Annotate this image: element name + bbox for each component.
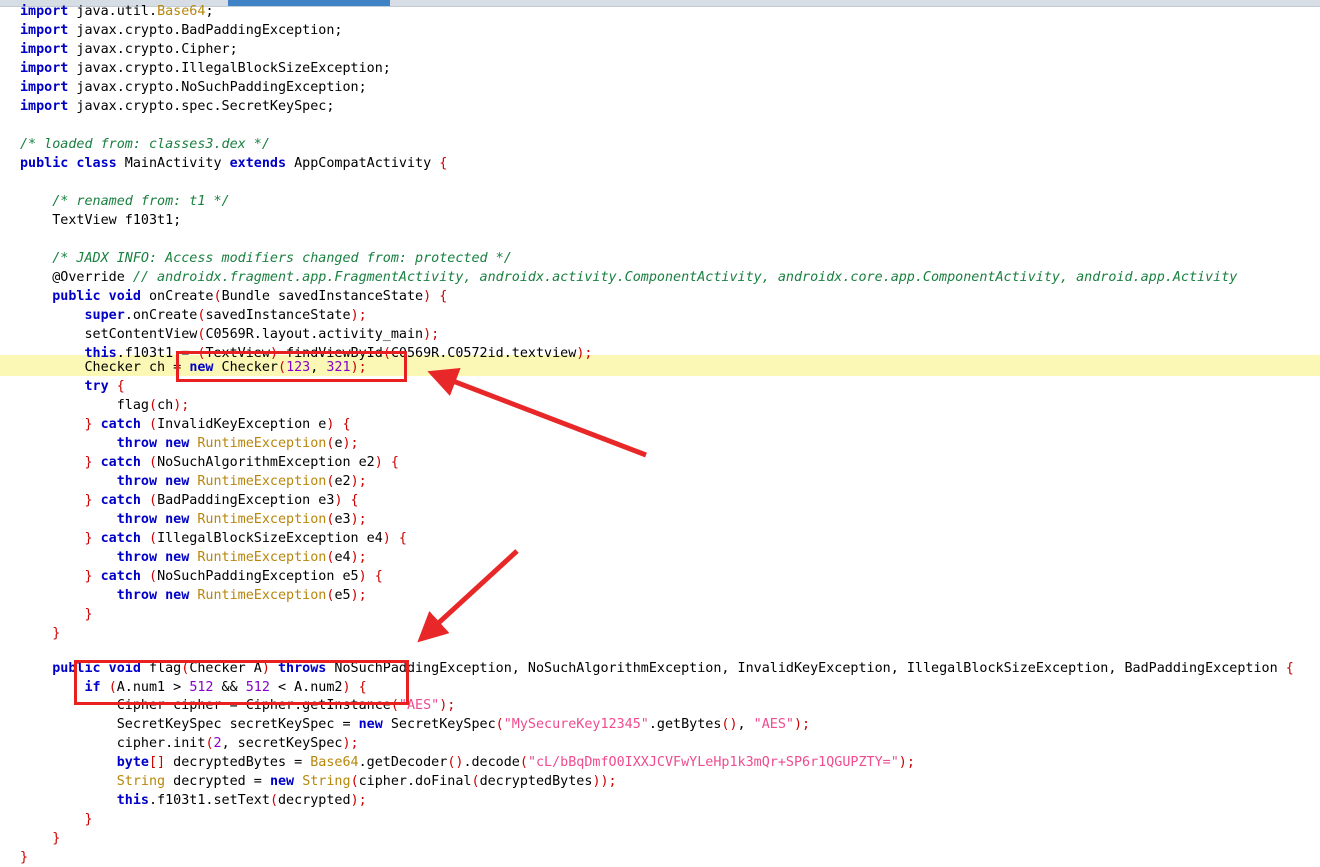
- code-editor-surface[interactable]: import java.util.Base64;import javax.cry…: [0, 0, 1320, 867]
- code-line-text: throw new RuntimeException(e4);: [0, 548, 367, 567]
- code-line-text: }: [0, 810, 93, 829]
- code-line-text: public class MainActivity extends AppCom…: [0, 154, 447, 173]
- code-line-42[interactable]: String decrypted = new String(cipher.doF…: [0, 772, 1320, 791]
- code-line-text: SecretKeySpec secretKeySpec = new Secret…: [0, 715, 810, 734]
- code-line-5[interactable]: import javax.crypto.NoSuchPaddingExcepti…: [0, 78, 1320, 97]
- code-line-17[interactable]: super.onCreate(savedInstanceState);: [0, 306, 1320, 325]
- code-line-text: import javax.crypto.IllegalBlockSizeExce…: [0, 59, 391, 78]
- code-line-12[interactable]: TextView f103t1;: [0, 211, 1320, 230]
- code-line-23[interactable]: } catch (InvalidKeyException e) {: [0, 415, 1320, 434]
- code-line-text: }: [0, 605, 93, 624]
- code-line-text: } catch (InvalidKeyException e) {: [0, 415, 351, 434]
- code-line-32[interactable]: throw new RuntimeException(e5);: [0, 586, 1320, 605]
- code-line-text: flag(ch);: [0, 396, 189, 415]
- code-line-9[interactable]: public class MainActivity extends AppCom…: [0, 154, 1320, 173]
- code-line-text: }: [0, 829, 60, 848]
- code-line-text: import javax.crypto.spec.SecretKeySpec;: [0, 97, 334, 116]
- code-line-27[interactable]: } catch (BadPaddingException e3) {: [0, 491, 1320, 510]
- code-line-14[interactable]: /* JADX INFO: Access modifiers changed f…: [0, 249, 1320, 268]
- code-line-8[interactable]: /* loaded from: classes3.dex */: [0, 135, 1320, 154]
- code-line-text: byte[] decryptedBytes = Base64.getDecode…: [0, 753, 915, 772]
- code-line-1[interactable]: import java.util.Base64;: [0, 2, 1320, 21]
- code-line-16[interactable]: public void onCreate(Bundle savedInstanc…: [0, 287, 1320, 306]
- code-line-text: throw new RuntimeException(e2);: [0, 472, 367, 491]
- code-line-7[interactable]: [0, 116, 1320, 135]
- code-line-40[interactable]: cipher.init(2, secretKeySpec);: [0, 734, 1320, 753]
- code-line-18[interactable]: setContentView(C0569R.layout.activity_ma…: [0, 325, 1320, 344]
- code-line-43[interactable]: this.f103t1.setText(decrypted);: [0, 791, 1320, 810]
- code-line-text: }: [0, 624, 60, 643]
- code-line-text: import java.util.Base64;: [0, 2, 214, 21]
- code-line-25[interactable]: } catch (NoSuchAlgorithmException e2) {: [0, 453, 1320, 472]
- code-line-24[interactable]: throw new RuntimeException(e);: [0, 434, 1320, 453]
- code-line-text: throw new RuntimeException(e5);: [0, 586, 367, 605]
- code-line-text: throw new RuntimeException(e3);: [0, 510, 367, 529]
- code-line-41[interactable]: byte[] decryptedBytes = Base64.getDecode…: [0, 753, 1320, 772]
- code-line-text: import javax.crypto.NoSuchPaddingExcepti…: [0, 78, 367, 97]
- code-line-4[interactable]: import javax.crypto.IllegalBlockSizeExce…: [0, 59, 1320, 78]
- code-line-text: try {: [0, 377, 125, 396]
- code-line-text: super.onCreate(savedInstanceState);: [0, 306, 367, 325]
- code-line-text: /* renamed from: t1 */: [0, 192, 230, 211]
- code-line-text: cipher.init(2, secretKeySpec);: [0, 734, 359, 753]
- code-line-13[interactable]: [0, 230, 1320, 249]
- code-line-text: } catch (BadPaddingException e3) {: [0, 491, 359, 510]
- code-line-22[interactable]: flag(ch);: [0, 396, 1320, 415]
- code-line-2[interactable]: import javax.crypto.BadPaddingException;: [0, 21, 1320, 40]
- code-line-text: import javax.crypto.Cipher;: [0, 40, 238, 59]
- code-line-text: throw new RuntimeException(e);: [0, 434, 359, 453]
- code-line-29[interactable]: } catch (IllegalBlockSizeException e4) {: [0, 529, 1320, 548]
- code-line-text: } catch (IllegalBlockSizeException e4) {: [0, 529, 407, 548]
- code-line-text: /* loaded from: classes3.dex */: [0, 135, 270, 154]
- code-line-11[interactable]: /* renamed from: t1 */: [0, 192, 1320, 211]
- annotation-box-if-condition: [74, 660, 409, 705]
- code-line-10[interactable]: [0, 173, 1320, 192]
- code-line-text: public void onCreate(Bundle savedInstanc…: [0, 287, 447, 306]
- code-line-text: } catch (NoSuchPaddingException e5) {: [0, 567, 383, 586]
- code-line-46[interactable]: }: [0, 848, 1320, 867]
- code-line-6[interactable]: import javax.crypto.spec.SecretKeySpec;: [0, 97, 1320, 116]
- annotation-box-new-checker: [176, 351, 407, 382]
- code-line-text: import javax.crypto.BadPaddingException;: [0, 21, 342, 40]
- code-line-39[interactable]: SecretKeySpec secretKeySpec = new Secret…: [0, 715, 1320, 734]
- code-line-text: String decrypted = new String(cipher.doF…: [0, 772, 617, 791]
- code-line-26[interactable]: throw new RuntimeException(e2);: [0, 472, 1320, 491]
- code-line-28[interactable]: throw new RuntimeException(e3);: [0, 510, 1320, 529]
- code-line-text: /* JADX INFO: Access modifiers changed f…: [0, 249, 512, 268]
- code-line-text: } catch (NoSuchAlgorithmException e2) {: [0, 453, 399, 472]
- code-line-34[interactable]: }: [0, 624, 1320, 643]
- code-line-15[interactable]: @Override // androidx.fragment.app.Fragm…: [0, 268, 1320, 287]
- code-line-text: }: [0, 848, 28, 867]
- code-line-31[interactable]: } catch (NoSuchPaddingException e5) {: [0, 567, 1320, 586]
- code-line-text: @Override // androidx.fragment.app.Fragm…: [0, 268, 1237, 287]
- code-line-text: setContentView(C0569R.layout.activity_ma…: [0, 325, 439, 344]
- code-line-text: TextView f103t1;: [0, 211, 181, 230]
- code-line-3[interactable]: import javax.crypto.Cipher;: [0, 40, 1320, 59]
- code-line-30[interactable]: throw new RuntimeException(e4);: [0, 548, 1320, 567]
- code-line-44[interactable]: }: [0, 810, 1320, 829]
- code-line-text: this.f103t1.setText(decrypted);: [0, 791, 367, 810]
- code-line-45[interactable]: }: [0, 829, 1320, 848]
- code-line-33[interactable]: }: [0, 605, 1320, 624]
